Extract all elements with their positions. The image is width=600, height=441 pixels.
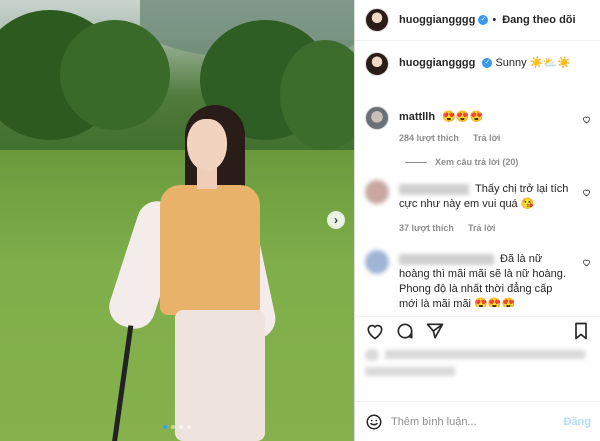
avatar[interactable] [365, 8, 389, 32]
reply-button[interactable]: Trả lời [473, 133, 500, 143]
follow-status-button[interactable]: Đang theo dõi [502, 14, 575, 26]
comments-list: huoggiangggg ✓ Sunny ☀️⛅☀️ mattllh 😍😍😍 28… [355, 42, 600, 307]
likes-text-blurred [385, 350, 585, 359]
comment-username-blurred[interactable] [399, 253, 494, 265]
avatar[interactable] [365, 106, 389, 130]
emoji-smile-icon[interactable] [365, 413, 383, 431]
post-header: huoggiangggg ✓ • Đang theo dõi [355, 0, 600, 41]
reply-button[interactable]: Trả lời [468, 223, 495, 233]
person-shirt [160, 185, 260, 315]
carousel-dot[interactable] [187, 425, 191, 429]
comment-row: mattllh 😍😍😍 [365, 106, 483, 130]
avatar[interactable] [365, 250, 389, 274]
photo-person [104, 105, 280, 441]
verified-badge-icon: ✓ [482, 58, 493, 69]
view-replies-line [405, 161, 427, 163]
post-side-panel: huoggiangggg ✓ • Đang theo dõi huoggiang… [354, 0, 600, 441]
caption-text: huoggiangggg ✓ Sunny ☀️⛅☀️ [399, 56, 571, 76]
like-comment-heart-icon[interactable] [582, 115, 591, 124]
save-bookmark-icon[interactable] [571, 321, 591, 341]
carousel-next-button[interactable]: › [327, 211, 345, 229]
like-comment-heart-icon[interactable] [582, 258, 591, 267]
add-comment-bar: Đăng [355, 401, 600, 441]
like-comment-heart-icon[interactable] [582, 188, 591, 197]
carousel-dot[interactable] [163, 425, 167, 429]
view-replies-button[interactable]: Xem câu trả lời (20) [405, 157, 518, 167]
person-pants [175, 310, 265, 441]
person-face [187, 119, 227, 171]
header-separator: • [492, 14, 497, 26]
timestamp-blurred [365, 367, 455, 376]
carousel-dots [0, 425, 354, 429]
caption-username[interactable]: huoggiangggg [399, 57, 475, 69]
comment-username[interactable]: mattllh [399, 111, 435, 123]
comment-username-blurred[interactable] [399, 183, 469, 195]
comment-likes[interactable]: 284 lượt thích [399, 133, 459, 143]
comment-row: Đã là nữ hoàng thì mãi mãi sẽ là nữ hoàn… [365, 250, 574, 307]
avatar[interactable] [365, 180, 389, 204]
verified-badge-icon: ✓ [478, 15, 489, 25]
caption-row: huoggiangggg ✓ Sunny ☀️⛅☀️ [365, 52, 571, 76]
like-heart-icon[interactable] [365, 321, 385, 341]
post-photo[interactable]: › [0, 0, 354, 441]
carousel-dot[interactable] [171, 425, 175, 429]
avatar[interactable] [365, 52, 389, 76]
comment-input[interactable] [391, 415, 541, 428]
comment-bubble-icon[interactable] [395, 321, 415, 341]
post-comment-button[interactable]: Đăng [564, 416, 592, 428]
view-replies-label: Xem câu trả lời (20) [435, 157, 519, 167]
comment-text: mattllh 😍😍😍 [399, 110, 483, 130]
share-paper-plane-icon[interactable] [425, 321, 445, 341]
post-actions [355, 316, 600, 342]
comment-body: 😍😍😍 [442, 111, 484, 123]
comment-text: Đã là nữ hoàng thì mãi mãi sẽ là nữ hoàn… [399, 252, 574, 307]
comment-row: Thấy chị trở lại tích cực như này em vui… [365, 180, 574, 212]
comment-text: Thấy chị trở lại tích cực như này em vui… [399, 182, 574, 212]
carousel-dot[interactable] [179, 425, 183, 429]
header-username[interactable]: huoggiangggg [399, 14, 475, 26]
likes-avatar-blurred [365, 349, 379, 361]
comment-likes[interactable]: 37 lượt thích [399, 223, 454, 233]
likes-summary-blurred [365, 347, 591, 376]
caption-body: Sunny ☀️⛅☀️ [495, 57, 571, 69]
golf-club [111, 325, 134, 441]
